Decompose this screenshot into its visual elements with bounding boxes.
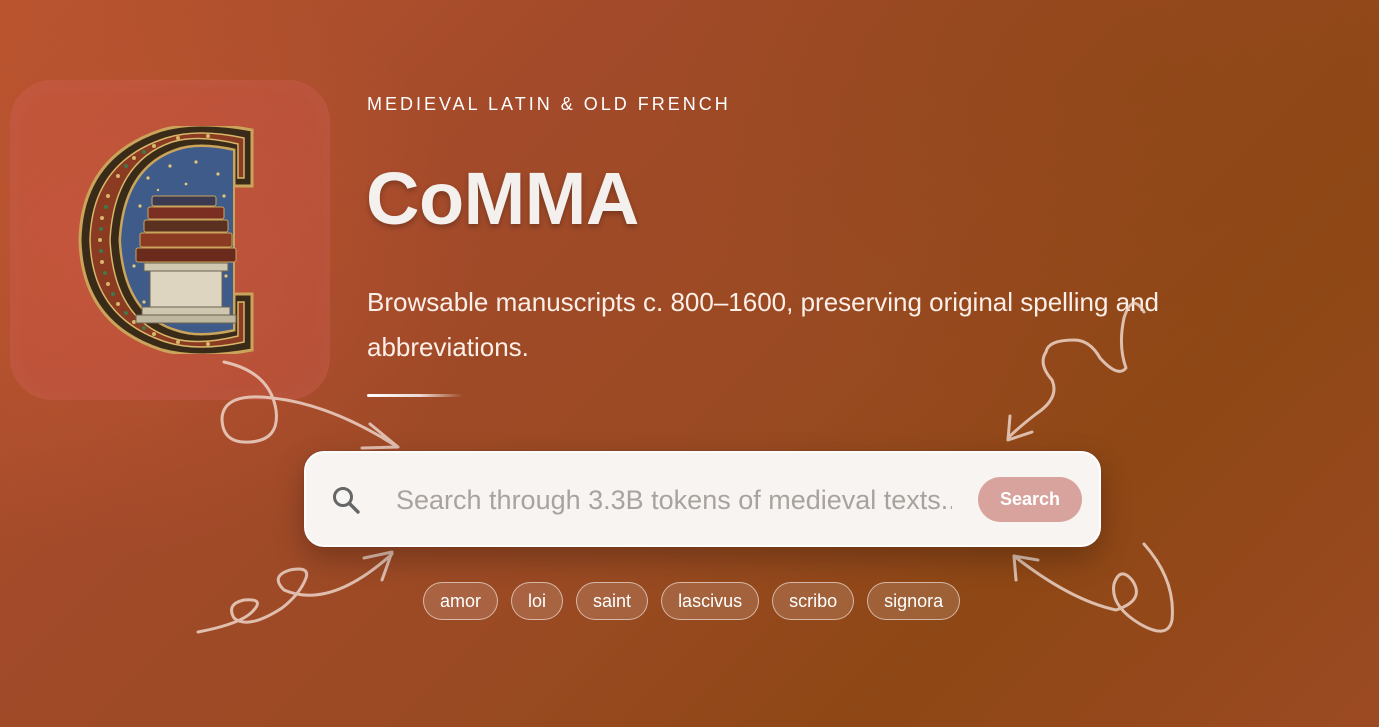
tagline: Browsable manuscripts c. 800–1600, prese… xyxy=(367,287,1160,362)
suggestion-chip-saint[interactable]: saint xyxy=(576,582,649,620)
search-bar: Search xyxy=(304,451,1101,547)
suggestion-chip-loi[interactable]: loi xyxy=(511,582,564,620)
arrow-doodle-bottom-right xyxy=(1012,542,1174,633)
page-title: CoMMA xyxy=(366,157,639,240)
suggestion-chip-lascivus[interactable]: lascivus xyxy=(661,582,760,620)
title-underline xyxy=(367,394,463,397)
suggestion-chip-amor[interactable]: amor xyxy=(423,582,499,620)
suggestion-chips: amor loi saint lascivus scribo signora xyxy=(423,582,961,620)
eyebrow-label: MEDIEVAL LATIN & OLD FRENCH xyxy=(367,94,731,114)
search-input[interactable] xyxy=(396,477,952,523)
arrow-doodle-bottom-left xyxy=(196,552,394,634)
search-button[interactable]: Search xyxy=(978,477,1082,522)
illuminated-letter-c-with-books-icon xyxy=(78,126,254,354)
suggestion-chip-scribo[interactable]: scribo xyxy=(772,582,855,620)
suggestion-chip-signora[interactable]: signora xyxy=(867,582,961,620)
search-icon xyxy=(333,487,360,514)
